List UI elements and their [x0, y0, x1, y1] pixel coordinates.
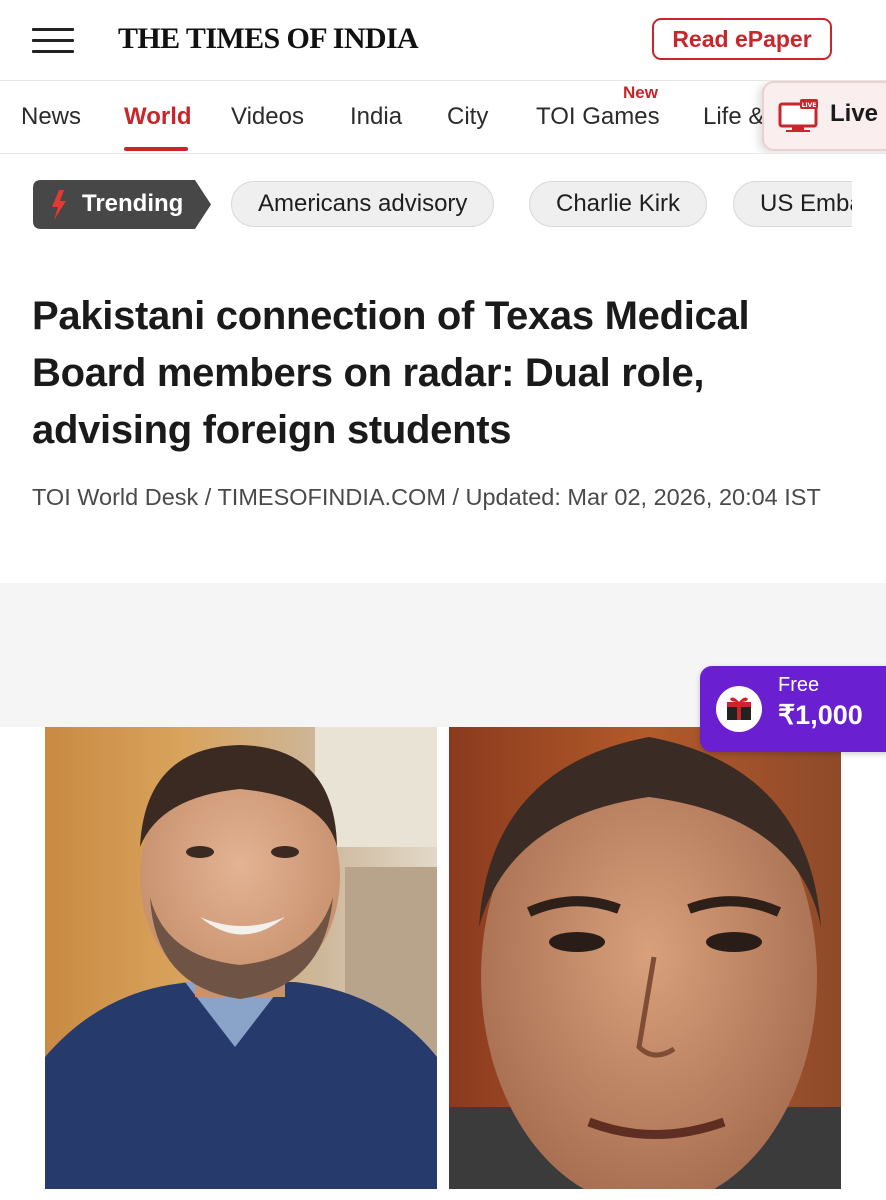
- trending-chip-us-embassy[interactable]: US Emba: [733, 181, 852, 227]
- trending-chip-americans-advisory[interactable]: Americans advisory: [231, 181, 495, 227]
- promo-logo-icon: [716, 686, 762, 732]
- site-logo[interactable]: THE TIMES OF INDIA: [118, 22, 419, 56]
- article-photo-right: [449, 727, 841, 1189]
- free-reward-badge[interactable]: Free ₹1,000: [700, 666, 886, 752]
- nav-item-world[interactable]: World: [124, 103, 192, 131]
- article-headline: Pakistani connection of Texas Medical Bo…: [32, 294, 750, 452]
- new-badge: New: [623, 83, 658, 102]
- free-amount: ₹1,000: [778, 700, 863, 730]
- nav-item-city[interactable]: City: [447, 103, 488, 131]
- trending-chip-charlie-kirk[interactable]: Charlie Kirk: [529, 181, 708, 227]
- live-label: Live: [830, 100, 879, 127]
- article-byline: TOI World Desk / TIMESOFINDIA.COM / Upda…: [32, 484, 821, 510]
- nav-item-toi-games[interactable]: TOI Games: [536, 103, 660, 131]
- section-nav: News World Videos India City New TOI Gam…: [0, 81, 886, 154]
- free-label: Free: [778, 674, 820, 696]
- hamburger-menu-icon[interactable]: [32, 28, 74, 54]
- trending-row: Trending Americans advisory Charlie Kirk…: [0, 170, 852, 240]
- nav-item-india[interactable]: India: [350, 103, 402, 131]
- live-button[interactable]: LIVE Live: [762, 81, 886, 151]
- top-header: THE TIMES OF INDIA Read ePaper: [0, 0, 886, 81]
- trending-label: Trending: [82, 190, 184, 217]
- nav-item-life[interactable]: Life &: [703, 103, 764, 131]
- article-photo-left: [45, 727, 437, 1189]
- nav-item-videos[interactable]: Videos: [231, 103, 304, 131]
- nav-item-news[interactable]: News: [21, 103, 81, 131]
- live-tv-icon: LIVE: [778, 99, 818, 132]
- read-epaper-button[interactable]: Read ePaper: [652, 18, 832, 60]
- svg-text:LIVE: LIVE: [802, 102, 817, 109]
- active-tab-indicator: [124, 147, 188, 151]
